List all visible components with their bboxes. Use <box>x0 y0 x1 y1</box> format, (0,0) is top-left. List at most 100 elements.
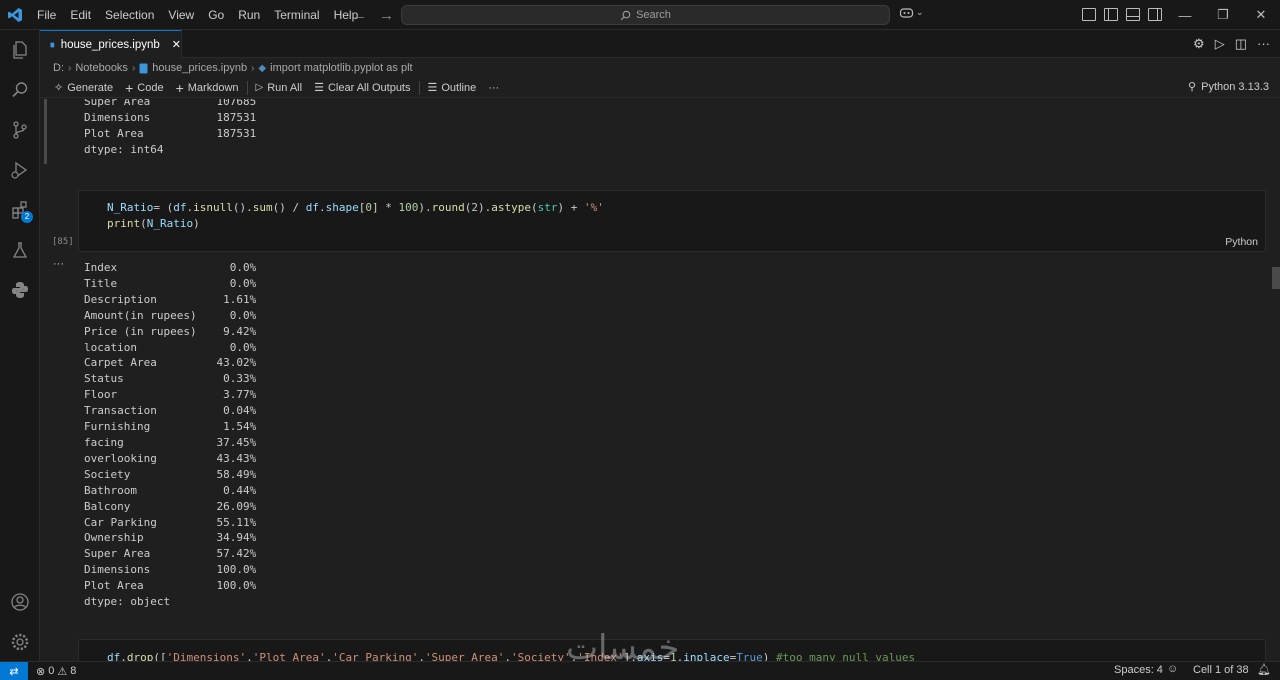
plus-icon: + <box>175 79 184 96</box>
add-code-button[interactable]: + Code <box>119 80 169 96</box>
customize-layout-icon[interactable] <box>1082 8 1096 21</box>
more-actions-icon[interactable]: ··· <box>1257 36 1270 52</box>
title-bar: File Edit Selection View Go Run Terminal… <box>0 0 1280 30</box>
vertical-scrollbar[interactable] <box>1268 99 1280 661</box>
toggle-primary-sidebar-icon[interactable] <box>1104 8 1118 21</box>
search-icon <box>620 10 631 20</box>
breadcrumb-folder[interactable]: Notebooks <box>75 62 128 74</box>
problems-indicator[interactable]: ⊗ 0 ⚠ 8 <box>36 665 76 678</box>
testing-icon[interactable] <box>0 230 40 270</box>
remote-indicator-icon[interactable]: ⇄ <box>0 661 28 680</box>
outline-label: Outline <box>441 81 477 94</box>
run-debug-icon[interactable] <box>0 150 40 190</box>
minimize-icon[interactable]: — <box>1166 0 1204 30</box>
activity-bar: 2 <box>0 30 40 661</box>
breadcrumb-symbol[interactable]: import matplotlib.pyplot as plt <box>270 62 412 74</box>
tab-bar: house_prices.ipynb ✕ ⚙ ▷ ◫ ··· <box>40 30 1280 58</box>
search-placeholder: Search <box>636 9 671 21</box>
cell-position-status[interactable]: Cell 1 of 38 <box>1193 664 1249 676</box>
menu-file[interactable]: File <box>30 0 63 30</box>
scrollbar-thumb[interactable] <box>1272 267 1280 289</box>
menu-go[interactable]: Go <box>201 0 231 30</box>
extensions-badge: 2 <box>21 211 33 223</box>
output-more-button[interactable]: ··· <box>53 258 64 270</box>
search-icon[interactable] <box>0 70 40 110</box>
add-markdown-button[interactable]: + Markdown <box>170 80 245 96</box>
status-bar: ⇄ ⊗ 0 ⚠ 8 Spaces: 4 ☺ Cell 1 of 38 🔔︎ <box>0 661 1280 680</box>
chevron-down-icon: ⌄ <box>916 7 924 17</box>
breadcrumb-file[interactable]: house_prices.ipynb <box>152 62 247 74</box>
tab-label: house_prices.ipynb <box>60 38 160 51</box>
source-control-icon[interactable] <box>0 110 40 150</box>
markdown-label: Markdown <box>187 81 239 94</box>
python-icon[interactable] <box>0 270 40 310</box>
indentation-status[interactable]: Spaces: 4 <box>1114 664 1163 676</box>
warning-icon: ⚠ <box>57 665 68 678</box>
menu-selection[interactable]: Selection <box>98 0 161 30</box>
accounts-icon[interactable] <box>0 582 40 622</box>
split-editor-icon[interactable]: ◫ <box>1235 36 1247 52</box>
code-cell-1[interactable]: N_Ratio= (df.isnull().sum() / df.shape[0… <box>78 190 1266 252</box>
error-icon: ⊗ <box>36 665 46 678</box>
notifications-icon[interactable]: 🔔︎ <box>1257 663 1271 676</box>
notebook-toolbar: ✧ Generate + Code + Markdown ▷ Run All ☰… <box>40 78 1280 98</box>
notebook-editor: Super Area 107685 Dimensions 187531 Plot… <box>40 99 1280 661</box>
vscode-logo-icon <box>0 0 30 30</box>
generate-label: Generate <box>67 81 114 94</box>
toolbar-divider <box>418 80 420 95</box>
run-all-label: Run All <box>267 81 303 94</box>
notebook-settings-icon[interactable]: ⚙ <box>1193 36 1205 52</box>
notebook-file-icon <box>139 63 148 73</box>
code-label: Code <box>137 81 164 94</box>
cell-language-label[interactable]: Python <box>1225 236 1258 248</box>
code-line-1[interactable]: N_Ratio= (df.isnull().sum() / df.shape[0… <box>107 200 604 216</box>
copilot-button[interactable]: ⌄ <box>899 6 924 19</box>
notebook-file-icon <box>50 42 55 47</box>
chevron-right-icon: › <box>251 62 255 74</box>
chevron-right-icon: › <box>68 62 72 74</box>
kernel-picker[interactable]: ⚲ Python 3.13.3 <box>1188 80 1269 94</box>
cell-1-output: Index 0.0% Title 0.0% Description 1.61% … <box>84 261 257 609</box>
generate-button[interactable]: ✧ Generate <box>48 81 119 95</box>
execution-count: [85] <box>52 237 74 247</box>
gear-icon[interactable] <box>0 622 40 662</box>
restore-icon[interactable]: ❐ <box>1204 0 1242 30</box>
menu-view[interactable]: View <box>161 0 201 30</box>
run-all-icon: ▷ <box>255 82 264 93</box>
code-line-drop[interactable]: df.drop(['Dimensions','Plot Area','Car P… <box>107 650 915 661</box>
back-arrow-icon[interactable]: ← <box>352 7 367 24</box>
clear-outputs-button[interactable]: ☰ Clear All Outputs <box>308 81 416 95</box>
tab-house-prices[interactable]: house_prices.ipynb ✕ <box>40 30 182 58</box>
copilot-status-icon[interactable]: ☺ <box>1167 663 1178 675</box>
outline-button[interactable]: ☰ Outline <box>422 81 483 95</box>
toggle-secondary-sidebar-icon[interactable] <box>1148 8 1162 21</box>
breadcrumb-drive[interactable]: D: <box>53 62 64 74</box>
cell-focus-indicator <box>44 99 47 164</box>
clear-outputs-label: Clear All Outputs <box>327 81 411 94</box>
close-icon[interactable]: ✕ <box>1242 0 1280 30</box>
menu-edit[interactable]: Edit <box>63 0 98 30</box>
explorer-icon[interactable] <box>0 30 40 70</box>
run-icon[interactable]: ▷ <box>1215 36 1225 52</box>
toggle-panel-icon[interactable] <box>1126 8 1140 21</box>
command-center-search[interactable]: Search <box>401 5 890 25</box>
kernel-icon: ⚲ <box>1188 81 1197 93</box>
kernel-label: Python 3.13.3 <box>1201 80 1269 93</box>
menu-run[interactable]: Run <box>231 0 267 30</box>
menu-terminal[interactable]: Terminal <box>267 0 326 30</box>
breadcrumb: D: › Notebooks › house_prices.ipynb › ◆ … <box>40 58 1280 78</box>
python-symbol-icon: ◆ <box>258 62 267 74</box>
warning-count: 8 <box>70 665 77 677</box>
tab-close-icon[interactable]: ✕ <box>172 38 181 51</box>
previous-cell-output: Super Area 107685 Dimensions 187531 Plot… <box>84 99 257 156</box>
extensions-icon[interactable]: 2 <box>0 190 40 230</box>
more-toolbar-button[interactable]: ··· <box>482 82 505 94</box>
copilot-icon <box>899 8 914 18</box>
sparkle-icon: ✧ <box>54 82 64 94</box>
error-count: 0 <box>48 665 55 677</box>
code-line-2[interactable]: print(N_Ratio) <box>107 216 604 232</box>
outline-icon: ☰ <box>427 82 438 94</box>
clear-all-icon: ☰ <box>314 82 324 94</box>
forward-arrow-icon[interactable]: → <box>379 7 394 24</box>
run-all-button[interactable]: ▷ Run All <box>250 82 309 94</box>
